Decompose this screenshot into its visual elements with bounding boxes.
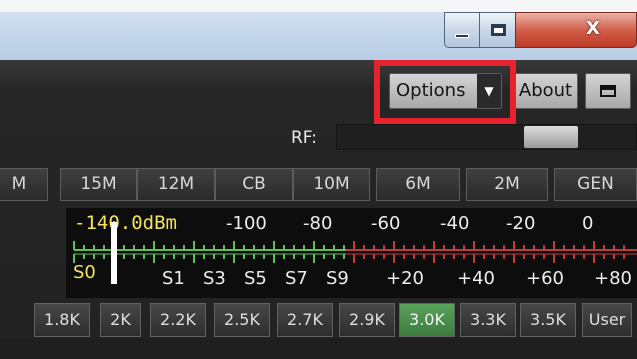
desktop-strip xyxy=(0,0,637,12)
maximize-icon xyxy=(491,24,506,36)
meter-bottom-label: S7 xyxy=(285,268,308,289)
filter-button-2-5k[interactable]: 2.5K xyxy=(214,303,270,337)
meter-s0-label: S0 xyxy=(73,262,96,283)
filter-button-3-5k[interactable]: 3.5K xyxy=(520,303,576,337)
close-button[interactable]: X xyxy=(515,12,637,48)
close-icon: X xyxy=(586,18,600,39)
filter-button-2k[interactable]: 2K xyxy=(100,303,141,337)
band-button-gen[interactable]: GEN xyxy=(554,168,637,201)
meter-needle xyxy=(111,222,117,284)
window-mode-button[interactable] xyxy=(585,73,631,109)
meter-bottom-label: +20 xyxy=(386,268,424,289)
filter-button-2-9k[interactable]: 2.9K xyxy=(339,303,395,337)
about-button[interactable]: About xyxy=(513,73,578,109)
filter-button-user[interactable]: User xyxy=(582,303,632,337)
filter-button-3-3k[interactable]: 3.3K xyxy=(460,303,516,337)
band-button-15m[interactable]: 15M xyxy=(60,168,137,201)
filter-button-2-2k[interactable]: 2.2K xyxy=(150,303,206,337)
minimize-icon xyxy=(455,34,469,38)
meter-ticks xyxy=(73,241,625,263)
band-button-12m[interactable]: 12M xyxy=(137,168,215,201)
meter-bottom-label: S9 xyxy=(326,268,349,289)
meter-bottom-label: +80 xyxy=(594,268,632,289)
band-button-m[interactable]: M xyxy=(0,168,48,201)
band-button-cb[interactable]: CB xyxy=(215,168,293,201)
meter-bottom-label: +60 xyxy=(526,268,564,289)
meter-bottom-label: S3 xyxy=(203,268,226,289)
meter-top-label: 0 xyxy=(582,213,594,234)
filter-button-2-7k[interactable]: 2.7K xyxy=(277,303,333,337)
maximize-button[interactable] xyxy=(479,12,516,48)
options-highlight-box xyxy=(374,60,516,124)
minimize-button[interactable] xyxy=(444,12,480,48)
band-button-10m[interactable]: 10M xyxy=(293,168,370,201)
band-button-6m[interactable]: 6M xyxy=(376,168,460,201)
meter-top-label: -20 xyxy=(506,213,536,234)
dbm-readout: -140.0dBm xyxy=(74,212,177,234)
meter-bottom-label: S5 xyxy=(244,268,267,289)
meter-top-label: -60 xyxy=(371,213,401,234)
filter-button-3-0k[interactable]: 3.0K xyxy=(399,303,455,337)
meter-top-label: -100 xyxy=(226,213,267,234)
meter-top-label: -80 xyxy=(303,213,333,234)
meter-bottom-label: S1 xyxy=(162,268,185,289)
band-button-2m[interactable]: 2M xyxy=(466,168,548,201)
meter-top-label: -40 xyxy=(440,213,470,234)
rf-gain-slider[interactable] xyxy=(336,124,637,150)
status-strip xyxy=(0,339,637,359)
rf-label: RF: xyxy=(291,128,317,148)
window-icon xyxy=(600,85,616,97)
rf-slider-thumb[interactable] xyxy=(524,126,578,148)
filter-button-1-8k[interactable]: 1.8K xyxy=(34,303,90,337)
meter-bottom-label: +40 xyxy=(457,268,495,289)
